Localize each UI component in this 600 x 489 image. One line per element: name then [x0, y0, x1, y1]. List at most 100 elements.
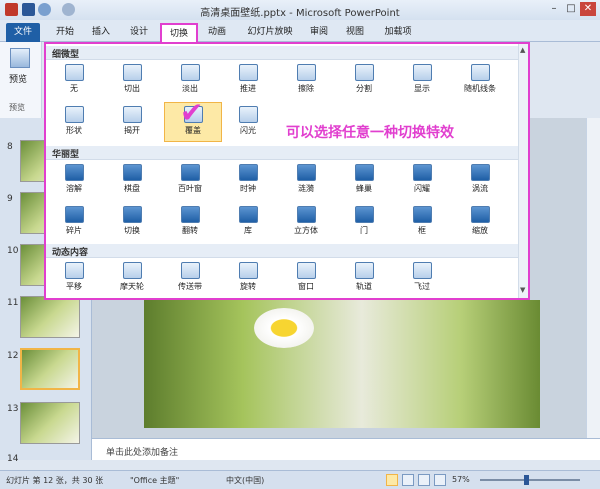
- transition-item[interactable]: 淡出: [168, 64, 212, 98]
- transition-item[interactable]: 摩天轮: [110, 262, 154, 296]
- transition-item[interactable]: 闪耀: [400, 164, 444, 198]
- transition-item[interactable]: 时钟: [226, 164, 270, 198]
- transition-item[interactable]: 翻转: [168, 206, 212, 240]
- zoom-slider[interactable]: [480, 479, 580, 481]
- preview-button[interactable]: 预览: [9, 72, 27, 85]
- transition-item[interactable]: 百叶窗: [168, 164, 212, 198]
- transition-item[interactable]: 切出: [110, 64, 154, 98]
- transition-item[interactable]: 立方体: [284, 206, 328, 240]
- transition-item[interactable]: 擦除: [284, 64, 328, 98]
- shred-icon: [64, 206, 84, 223]
- maximize-icon[interactable]: □: [563, 2, 579, 16]
- close-icon[interactable]: ✕: [580, 2, 596, 16]
- none-icon: [64, 64, 84, 81]
- tab-addins[interactable]: 加载项: [376, 23, 420, 42]
- transition-item[interactable]: 无: [52, 64, 96, 98]
- pan-icon: [64, 262, 84, 279]
- preview-group: 预览 预览: [0, 42, 42, 118]
- slide-number: 13: [7, 404, 19, 414]
- gallery-icon: [238, 206, 258, 223]
- slideshow-icon[interactable]: [434, 474, 446, 486]
- language-indicator[interactable]: 中文(中国): [226, 475, 264, 486]
- tab-slideshow[interactable]: 幻灯片放映: [240, 23, 300, 42]
- status-bar: 幻灯片 第 12 张，共 30 张 "Office 主题" 中文(中国) 57%: [0, 470, 600, 489]
- tab-transitions[interactable]: 切换: [160, 23, 198, 42]
- vertical-scrollbar[interactable]: [586, 118, 600, 438]
- ferris-wheel-icon: [122, 262, 142, 279]
- transition-item[interactable]: 飞过: [400, 262, 444, 296]
- transition-item[interactable]: 旋转: [226, 262, 270, 296]
- reveal-icon: [412, 64, 432, 81]
- slide-number: 12: [7, 351, 19, 361]
- flash-icon: [238, 106, 258, 123]
- daisy-flower: [254, 308, 314, 348]
- notes-pane[interactable]: 单击此处添加备注: [92, 438, 600, 460]
- tab-animations[interactable]: 动画: [200, 23, 234, 42]
- transition-item[interactable]: 平移: [52, 262, 96, 296]
- tab-review[interactable]: 审阅: [302, 23, 336, 42]
- theme-name: "Office 主题": [130, 476, 180, 485]
- category-header: 动态内容: [46, 244, 528, 258]
- transition-item[interactable]: 库: [226, 206, 270, 240]
- slide-number: 9: [7, 194, 13, 204]
- transition-item[interactable]: 涡流: [458, 164, 502, 198]
- scroll-up-icon[interactable]: ▲: [520, 46, 525, 54]
- cube-icon: [296, 206, 316, 223]
- transition-item[interactable]: 碎片: [52, 206, 96, 240]
- gallery-scrollbar[interactable]: ▲ ▼: [518, 44, 528, 298]
- slide-thumbnail-selected[interactable]: [20, 348, 80, 390]
- transition-item[interactable]: 推进: [226, 64, 270, 98]
- transition-item[interactable]: 涟漪: [284, 164, 328, 198]
- zoom-level[interactable]: 57%: [452, 475, 470, 484]
- current-slide[interactable]: [144, 300, 540, 428]
- clock-icon: [238, 164, 258, 181]
- transition-item[interactable]: 随机线条: [458, 64, 502, 98]
- transition-item[interactable]: 窗口: [284, 262, 328, 296]
- zoom-slider-handle[interactable]: [524, 475, 529, 485]
- transition-item[interactable]: 揭开: [110, 106, 154, 140]
- transition-item[interactable]: 形状: [52, 106, 96, 140]
- tab-file[interactable]: 文件: [6, 23, 40, 42]
- reading-view-icon[interactable]: [418, 474, 430, 486]
- cut-icon: [122, 64, 142, 81]
- slide-thumbnail[interactable]: [20, 296, 80, 338]
- honeycomb-icon: [354, 164, 374, 181]
- fade-icon: [180, 64, 200, 81]
- scroll-down-icon[interactable]: ▼: [520, 286, 525, 294]
- transition-item[interactable]: 分割: [342, 64, 386, 98]
- transition-item[interactable]: 显示: [400, 64, 444, 98]
- tab-home[interactable]: 开始: [48, 23, 82, 42]
- category-header: 细微型: [46, 46, 528, 60]
- transition-item[interactable]: 轨道: [342, 262, 386, 296]
- transition-item[interactable]: 门: [342, 206, 386, 240]
- shape-icon: [64, 106, 84, 123]
- split-icon: [354, 64, 374, 81]
- transition-item[interactable]: 闪光: [226, 106, 270, 140]
- transition-item[interactable]: 缩放: [458, 206, 502, 240]
- transition-item[interactable]: 切换: [110, 206, 154, 240]
- category-title-subtle: 细微型: [52, 50, 80, 60]
- transition-item[interactable]: 溶解: [52, 164, 96, 198]
- tab-view[interactable]: 视图: [338, 23, 372, 42]
- notes-placeholder: 单击此处添加备注: [106, 448, 179, 458]
- minimize-icon[interactable]: –: [546, 2, 562, 16]
- transition-item[interactable]: 框: [400, 206, 444, 240]
- uncover-icon: [122, 106, 142, 123]
- checkerboard-icon: [122, 164, 142, 181]
- transition-item[interactable]: 棋盘: [110, 164, 154, 198]
- tab-design[interactable]: 设计: [122, 23, 156, 42]
- blinds-icon: [180, 164, 200, 181]
- slide-number: 8: [7, 142, 13, 152]
- slide-sorter-icon[interactable]: [402, 474, 414, 486]
- slide-thumbnail[interactable]: [20, 402, 80, 444]
- doors-icon: [354, 206, 374, 223]
- transition-item[interactable]: 蜂巢: [342, 164, 386, 198]
- category-title-exciting: 华丽型: [52, 150, 80, 160]
- transition-item[interactable]: 传送带: [168, 262, 212, 296]
- tab-insert[interactable]: 插入: [84, 23, 118, 42]
- normal-view-icon[interactable]: [386, 474, 398, 486]
- ripple-icon: [296, 164, 316, 181]
- fly-through-icon: [412, 262, 432, 279]
- preview-icon[interactable]: [10, 48, 30, 68]
- vortex-icon: [470, 164, 490, 181]
